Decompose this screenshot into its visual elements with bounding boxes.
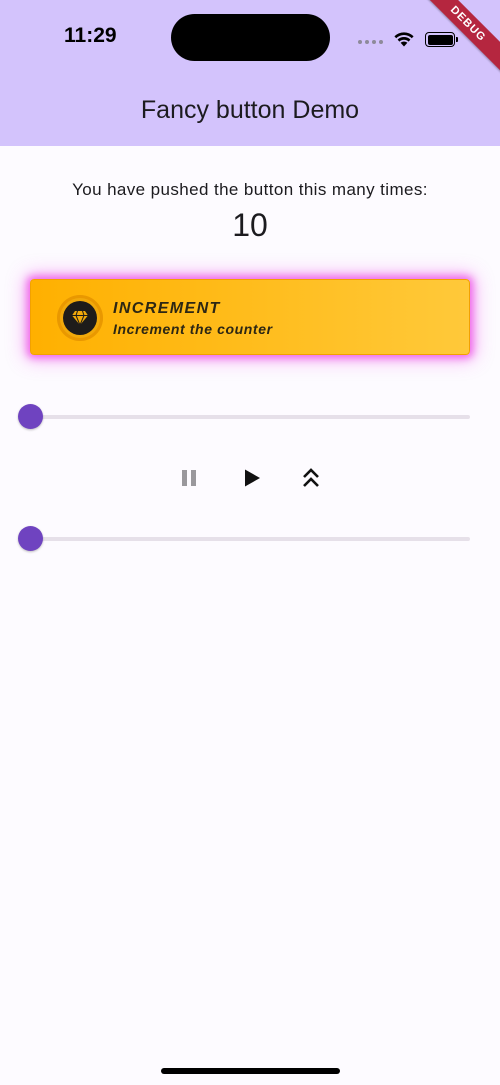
status-time: 11:29	[64, 24, 117, 47]
battery-icon	[425, 32, 458, 47]
button-icon-ring	[57, 295, 103, 341]
app-bar: 11:29 Fancy button Demo	[0, 0, 500, 146]
slider-track	[30, 537, 470, 541]
increment-button[interactable]: INCREMENT Increment the counter	[30, 279, 470, 355]
cellular-dots-icon	[358, 40, 383, 44]
counter-prompt: You have pushed the button this many tim…	[72, 180, 428, 199]
button-subtitle: Increment the counter	[113, 321, 273, 337]
play-icon	[245, 469, 260, 487]
play-button[interactable]	[238, 464, 266, 492]
wifi-icon	[394, 32, 414, 47]
slider-track	[30, 415, 470, 419]
playback-controls	[0, 464, 500, 492]
slider-thumb[interactable]	[18, 404, 43, 429]
button-title: INCREMENT	[113, 300, 221, 317]
speed-up-button[interactable]	[297, 464, 325, 492]
double-chevron-up-icon	[303, 468, 319, 487]
dynamic-island	[171, 14, 330, 61]
counter-value: 10	[232, 207, 268, 243]
slider-2[interactable]	[18, 526, 470, 552]
pause-button[interactable]	[175, 464, 203, 492]
slider-1[interactable]	[18, 404, 470, 430]
pause-icon	[182, 470, 196, 486]
diamond-icon	[63, 301, 97, 335]
slider-thumb[interactable]	[18, 526, 43, 551]
home-indicator	[161, 1068, 340, 1074]
page-title: Fancy button Demo	[140, 96, 360, 124]
